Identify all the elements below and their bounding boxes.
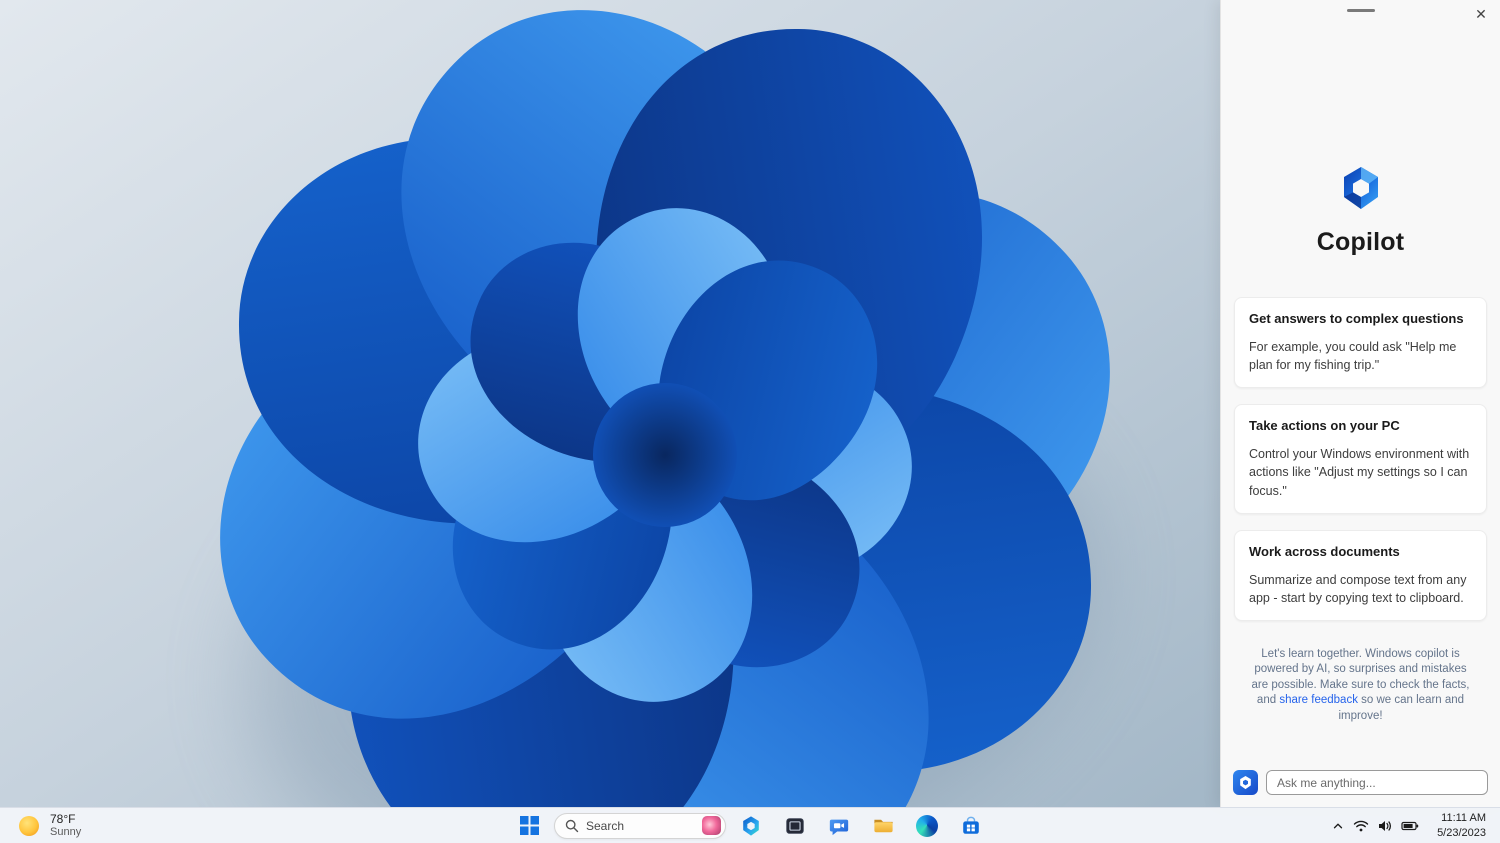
edge-icon bbox=[916, 814, 938, 837]
chat-button[interactable] bbox=[820, 810, 858, 842]
clock[interactable]: 11:11 AM 5/23/2023 bbox=[1431, 809, 1492, 842]
tray-overflow-button[interactable] bbox=[1327, 811, 1349, 841]
file-explorer-button[interactable] bbox=[864, 810, 902, 842]
wifi-icon bbox=[1353, 820, 1369, 831]
card-complex-questions: Get answers to complex questions For exa… bbox=[1234, 297, 1487, 389]
card-body: For example, you could ask "Help me plan… bbox=[1249, 340, 1457, 373]
search-highlight-thumbnail bbox=[702, 816, 721, 835]
copilot-input-row bbox=[1233, 770, 1488, 795]
taskbar: 78°F Sunny Search 11:11 AM 5/23/2023 bbox=[0, 807, 1500, 843]
copilot-badge-icon bbox=[1233, 770, 1258, 795]
sun-icon bbox=[19, 815, 39, 836]
store-button[interactable] bbox=[952, 810, 990, 842]
card-heading: Work across documents bbox=[1249, 543, 1400, 559]
panel-drag-handle[interactable] bbox=[1346, 9, 1375, 12]
battery-button[interactable] bbox=[1397, 811, 1423, 841]
system-tray: 11:11 AM 5/23/2023 bbox=[1327, 808, 1492, 843]
weather-widget[interactable]: 78°F Sunny bbox=[10, 808, 87, 843]
disclaimer-text: so we can learn and improve! bbox=[1338, 694, 1465, 722]
card-body: Control your Windows environment with ac… bbox=[1249, 447, 1470, 498]
search-label: Search bbox=[586, 818, 625, 833]
weather-temperature: 78°F bbox=[50, 811, 76, 826]
weather-condition: Sunny bbox=[50, 826, 82, 839]
volume-button[interactable] bbox=[1373, 811, 1397, 841]
copilot-logo-icon bbox=[1343, 167, 1378, 209]
wifi-button[interactable] bbox=[1349, 811, 1373, 841]
desktop-wallpaper bbox=[0, 0, 1220, 807]
copilot-panel: ✕ Copilot Get answers to complex questio… bbox=[1220, 0, 1500, 807]
volume-icon bbox=[1379, 820, 1392, 831]
taskbar-search[interactable]: Search bbox=[554, 812, 726, 839]
taskbar-center: Search bbox=[510, 808, 990, 843]
clock-time: 11:11 AM bbox=[1441, 812, 1486, 825]
app-window-button[interactable] bbox=[776, 810, 814, 842]
chat-icon bbox=[829, 819, 849, 835]
card-body: Summarize and compose text from any app … bbox=[1249, 572, 1467, 605]
card-heading: Get answers to complex questions bbox=[1249, 311, 1464, 326]
copilot-title: Copilot bbox=[1316, 228, 1405, 256]
copilot-mini-logo-icon bbox=[1240, 775, 1251, 790]
search-icon bbox=[565, 819, 579, 832]
ai-disclaimer: Let's learn together. Windows copilot is… bbox=[1221, 647, 1500, 725]
windows-start-icon bbox=[519, 816, 539, 835]
close-icon[interactable]: ✕ bbox=[1468, 2, 1494, 26]
copilot-taskbar-button[interactable] bbox=[732, 810, 770, 842]
ask-me-anything-input[interactable] bbox=[1266, 770, 1488, 795]
clock-date: 5/23/2023 bbox=[1437, 826, 1486, 839]
store-icon bbox=[963, 816, 979, 834]
start-button[interactable] bbox=[510, 810, 548, 842]
edge-button[interactable] bbox=[908, 810, 946, 842]
intro-cards: Get answers to complex questions For exa… bbox=[1221, 297, 1500, 621]
card-work-documents: Work across documents Summarize and comp… bbox=[1234, 529, 1487, 621]
bloom-wallpaper-art bbox=[0, 0, 1220, 807]
file-explorer-icon bbox=[873, 819, 893, 833]
battery-icon bbox=[1401, 821, 1419, 830]
copilot-icon bbox=[743, 815, 759, 836]
share-feedback-link[interactable]: share feedback bbox=[1279, 694, 1358, 706]
app-window-icon bbox=[786, 817, 804, 834]
card-take-actions: Take actions on your PC Control your Win… bbox=[1234, 404, 1487, 514]
chevron-up-icon bbox=[1333, 823, 1343, 828]
card-heading: Take actions on your PC bbox=[1249, 418, 1400, 434]
